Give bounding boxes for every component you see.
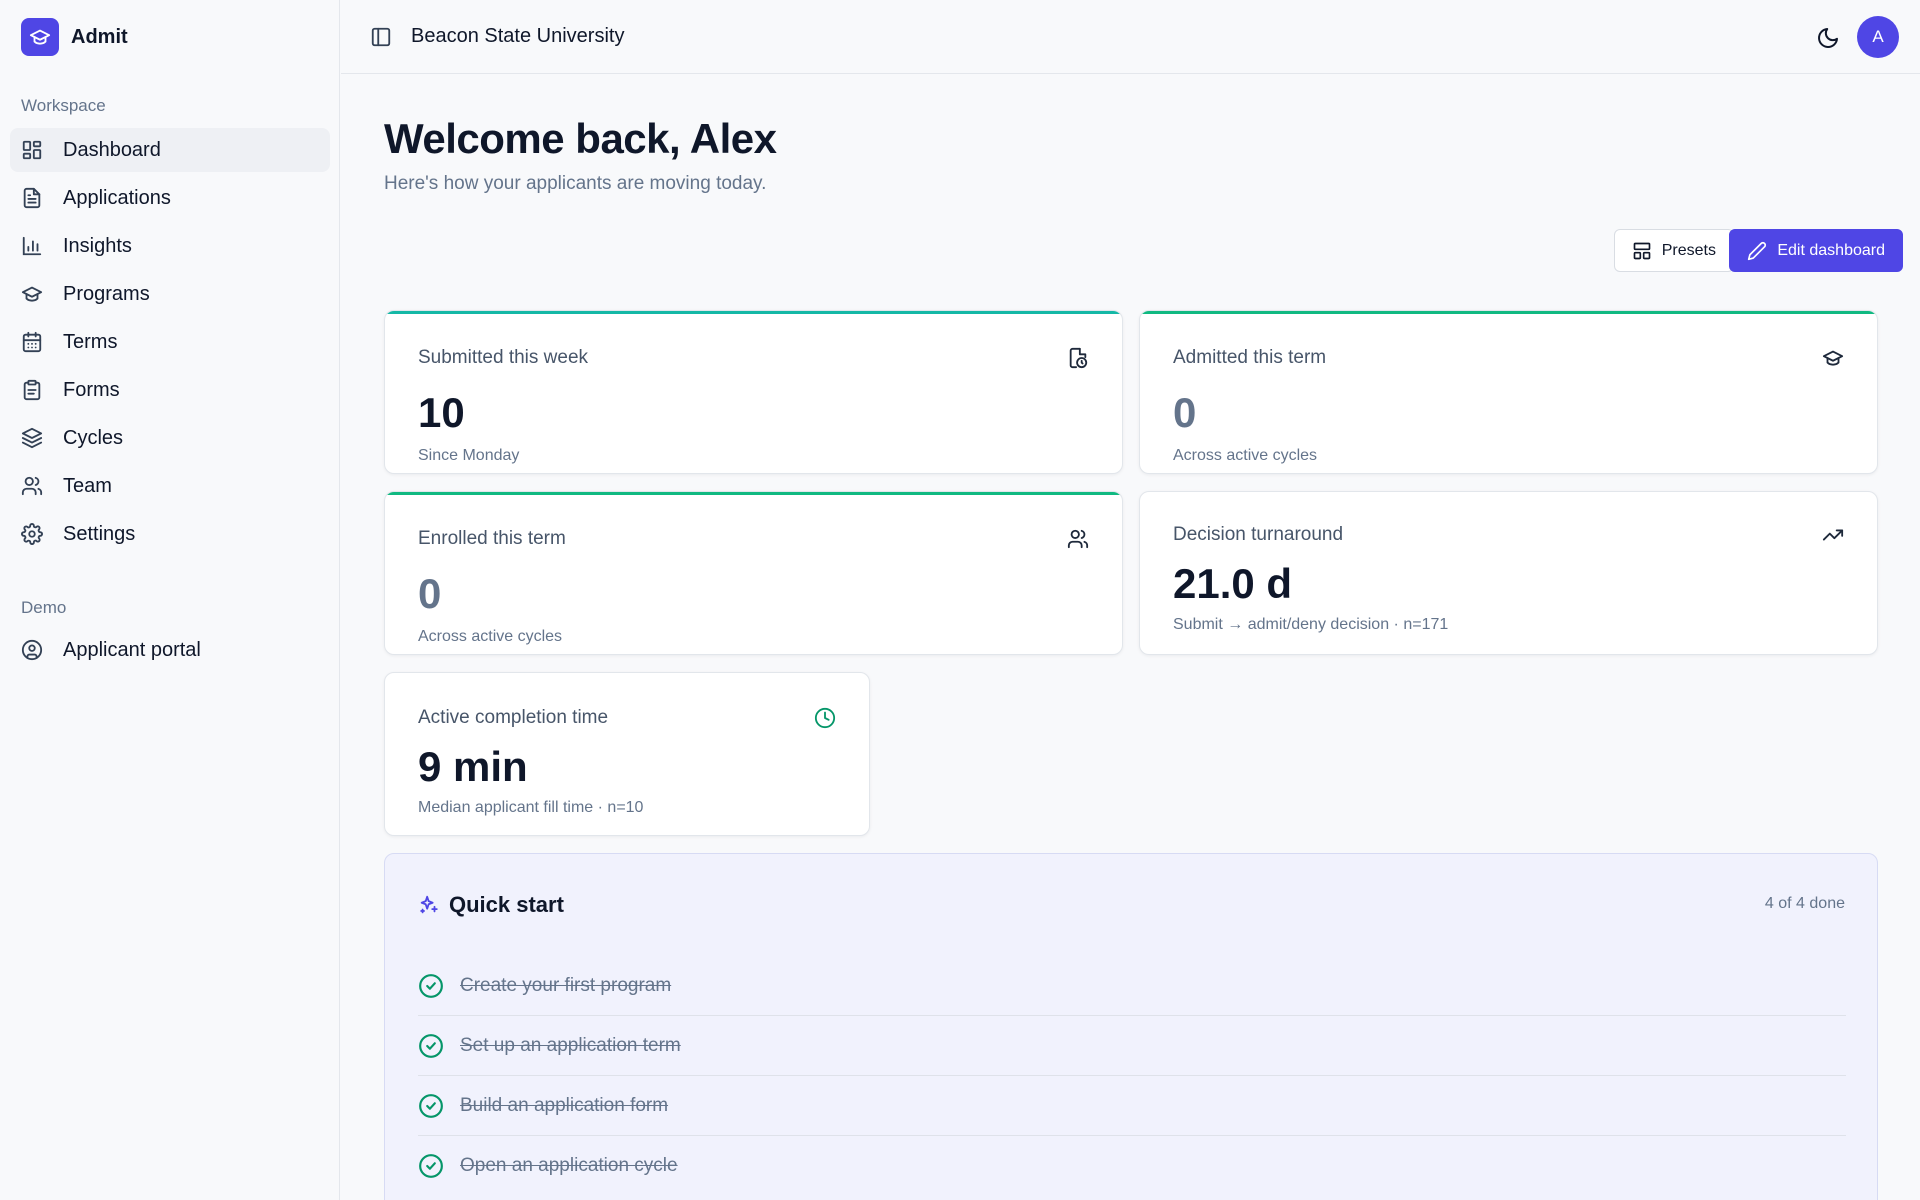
sidebar-item-label: Cycles — [63, 426, 124, 449]
file-text-icon — [23, 187, 41, 209]
moon-icon[interactable] — [1816, 26, 1840, 50]
workspace-section-label: Workspace — [21, 96, 106, 115]
sidebar-item-label: Dashboard — [63, 138, 161, 161]
stat-note: Since Monday — [418, 447, 520, 464]
task-label: Build an application form — [460, 1094, 669, 1116]
stat-label: Decision turnaround — [1173, 524, 1344, 545]
sidebar-toggle-icon[interactable] — [370, 26, 392, 48]
stat-label: Active completion time — [418, 707, 609, 728]
stat-card-enrolled: Enrolled this term 0 Across active cycle… — [384, 491, 1123, 655]
layers-icon — [21, 427, 43, 449]
stat-note: Across active cycles — [418, 628, 563, 645]
demo-nav: Applicant portal — [10, 628, 330, 676]
stat-value: 21.0 d — [1173, 560, 1293, 607]
sidebar-item-label: Forms — [63, 378, 120, 401]
sidebar-item-team[interactable]: Team — [10, 464, 330, 508]
card-accent-bar — [385, 311, 1122, 314]
presets-button[interactable]: Presets — [1613, 229, 1734, 272]
card-accent-bar — [1140, 311, 1877, 314]
check-circle-icon — [419, 973, 443, 998]
layout-icon — [1633, 242, 1651, 259]
sidebar-item-label: Terms — [63, 330, 118, 353]
sidebar-item-applications[interactable]: Applications — [10, 176, 330, 220]
dashboard-icon — [22, 140, 42, 160]
graduation-cap-icon — [1822, 350, 1844, 366]
task-item[interactable]: Set up an application term — [418, 1016, 1846, 1076]
org-name: Beacon State University — [411, 25, 625, 47]
stat-value: 10 — [418, 389, 465, 436]
page-subtitle: Here's how your applicants are moving to… — [384, 173, 767, 194]
presets-button-label: Presets — [1661, 241, 1716, 259]
page-title: Welcome back, Alex — [384, 115, 777, 162]
workspace-nav: Dashboard Applications Insights Programs… — [10, 128, 330, 560]
sidebar-item-settings[interactable]: Settings — [10, 512, 330, 556]
stat-card-admitted: Admitted this term 0 Across active cycle… — [1139, 310, 1878, 474]
sidebar-item-dashboard[interactable]: Dashboard — [10, 128, 330, 172]
task-label: Create your first program — [460, 974, 672, 996]
stat-note: Median applicant fill time · n=10 — [418, 799, 644, 816]
sidebar-item-label: Applicant portal — [63, 638, 201, 661]
sidebar-item-label: Programs — [63, 282, 150, 305]
task-item[interactable]: Open an application cycle — [418, 1136, 1846, 1196]
bar-chart-icon — [22, 236, 42, 256]
stat-note: Submit → admit/deny decision · n=171 — [1173, 616, 1449, 633]
quick-start-panel: Quick start 4 of 4 done Create your firs… — [384, 853, 1878, 1200]
graduation-cap-icon — [21, 286, 43, 302]
users-icon — [21, 476, 43, 496]
stat-label: Admitted this term — [1173, 347, 1327, 368]
quick-start-title: Quick start — [449, 892, 564, 917]
sidebar: Admit Workspace Dashboard Applications I… — [0, 0, 340, 1200]
sidebar-item-insights[interactable]: Insights — [10, 224, 330, 268]
edit-dashboard-button[interactable]: Edit dashboard — [1729, 229, 1903, 272]
task-label: Open an application cycle — [460, 1155, 678, 1176]
sidebar-item-cycles[interactable]: Cycles — [10, 416, 330, 460]
brand-name: Admit — [71, 25, 128, 48]
sidebar-item-label: Applications — [63, 186, 171, 209]
clipboard-icon — [23, 379, 41, 401]
avatar[interactable]: A — [1857, 16, 1899, 58]
task-item[interactable]: Build an application form — [418, 1076, 1846, 1136]
quick-start-task-list: Create your first program Set up an appl… — [418, 956, 1846, 1196]
topbar: Beacon State University A — [341, 0, 1920, 74]
stat-label: Enrolled this term — [418, 528, 566, 549]
edit-dashboard-button-label: Edit dashboard — [1777, 241, 1885, 259]
stat-note: Across active cycles — [1173, 447, 1318, 464]
sidebar-item-label: Settings — [63, 522, 136, 545]
task-item[interactable]: Create your first program — [418, 956, 1846, 1016]
sidebar-item-terms[interactable]: Terms — [10, 320, 330, 364]
sidebar-item-label: Team — [63, 474, 112, 497]
pencil-icon — [1748, 241, 1767, 260]
stat-value: 0 — [418, 570, 442, 617]
file-clock-icon — [1069, 347, 1088, 369]
sparkles-icon — [420, 895, 438, 914]
stat-value: 9 min — [418, 743, 528, 790]
demo-section-label: Demo — [21, 598, 67, 617]
check-circle-icon — [419, 1093, 443, 1118]
task-label: Set up an application term — [460, 1034, 681, 1056]
user-circle-icon — [21, 639, 43, 661]
quick-start-progress: 4 of 4 done — [1764, 895, 1845, 912]
sidebar-item-forms[interactable]: Forms — [10, 368, 330, 412]
stat-card-submitted: Submitted this week 10 Since Monday — [384, 310, 1123, 474]
stat-label: Submitted this week — [418, 347, 589, 368]
stat-card-completion: Active completion time 9 min Median appl… — [384, 672, 870, 836]
sidebar-item-applicant-portal[interactable]: Applicant portal — [10, 628, 330, 672]
gear-icon — [21, 523, 43, 545]
trending-up-icon — [1822, 529, 1844, 541]
brand[interactable]: Admit — [21, 18, 128, 56]
stat-value: 0 — [1173, 389, 1197, 436]
sidebar-item-programs[interactable]: Programs — [10, 272, 330, 316]
calendar-icon — [22, 331, 42, 353]
clock-icon — [814, 707, 836, 729]
check-circle-icon — [419, 1154, 443, 1178]
sidebar-item-label: Insights — [63, 234, 132, 257]
card-accent-bar — [385, 492, 1122, 495]
main-content: Welcome back, Alex Here's how your appli… — [341, 75, 1920, 1200]
users-icon — [1067, 529, 1089, 549]
check-circle-icon — [419, 1033, 443, 1058]
stat-card-turnaround: Decision turnaround 21.0 d Submit → admi… — [1139, 491, 1878, 655]
brand-logo-icon — [21, 18, 59, 56]
